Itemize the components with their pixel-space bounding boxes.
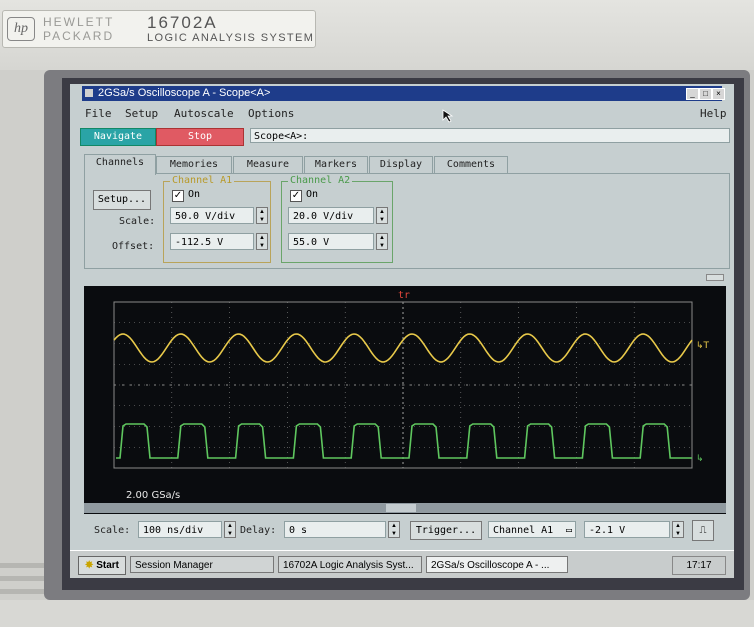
channel-a1-scale-spinner[interactable]: ▲ ▼ xyxy=(256,207,268,224)
menu-file[interactable]: File xyxy=(85,107,112,120)
channel-a1-scale-input[interactable]: 50.0 V/div xyxy=(170,207,254,224)
maximize-button[interactable]: □ xyxy=(699,88,712,100)
navigate-button[interactable]: Navigate xyxy=(80,128,156,146)
channel-a2-scale-input[interactable]: 20.0 V/div xyxy=(288,207,374,224)
channel-a1-on-checkbox[interactable]: ✓ xyxy=(172,190,184,202)
trigger-source-value: Channel A1 xyxy=(493,525,554,536)
tab-memories[interactable]: Memories xyxy=(156,156,232,173)
brand-name: HEWLETT PACKARD xyxy=(43,15,114,43)
channel-a1-offset-input[interactable]: -112.5 V xyxy=(170,233,254,250)
screen: 2GSa/s Oscilloscope A - Scope<A> _ □ × F… xyxy=(70,84,734,578)
channel-a1-level-marker-icon: ↳T xyxy=(696,341,710,351)
window-menu-icon[interactable] xyxy=(85,89,93,97)
channel-a2-on-label: On xyxy=(306,189,319,200)
trigger-level-input[interactable]: -2.1 V xyxy=(584,521,670,538)
start-icon: ✸ xyxy=(85,560,94,571)
menu-bar: File Setup Autoscale Options Help xyxy=(82,104,734,122)
tab-measure[interactable]: Measure xyxy=(233,156,303,173)
task-oscilloscope[interactable]: 2GSa/s Oscilloscope A - ... xyxy=(426,556,568,573)
close-button[interactable]: × xyxy=(712,88,725,100)
channels-panel: Setup... Scale: Offset: Channel A1 ✓ On … xyxy=(84,173,730,269)
channel-a2-offset-input[interactable]: 55.0 V xyxy=(288,233,374,250)
brand-badge: hp HEWLETT PACKARD 16702A LOGIC ANALYSIS… xyxy=(2,10,316,48)
trigger-source-select[interactable]: Channel A1 ▭ xyxy=(488,521,576,538)
model-number: 16702A xyxy=(147,13,218,32)
scope-name-field[interactable]: Scope<A>: xyxy=(250,128,730,143)
channel-a1-offset-spinner[interactable]: ▲ ▼ xyxy=(256,233,268,250)
delay-input[interactable]: 0 s xyxy=(284,521,386,538)
minimize-button[interactable]: _ xyxy=(686,88,699,100)
menu-help[interactable]: Help xyxy=(700,107,727,120)
start-label: Start xyxy=(96,560,119,571)
waveform-canvas: tr ↳T ↳ 2.00 GSa/s xyxy=(113,290,710,501)
waveform-grid xyxy=(113,301,693,469)
taskbar-clock: 17:17 xyxy=(672,556,726,575)
task-session-manager[interactable]: Session Manager xyxy=(130,556,274,573)
setup-button[interactable]: Setup... xyxy=(93,190,151,210)
waveform-display[interactable]: tr ↳T ↳ 2.00 GSa/s xyxy=(84,286,726,514)
instrument-bezel-bottom xyxy=(0,600,754,627)
chevron-down-icon: ▭ xyxy=(565,525,572,536)
tab-channels[interactable]: Channels xyxy=(84,154,156,175)
tab-markers[interactable]: Markers xyxy=(304,156,368,173)
sample-rate-readout: 2.00 GSa/s xyxy=(126,490,180,501)
offset-label: Offset: xyxy=(112,241,155,252)
channel-a2-on-checkbox[interactable]: ✓ xyxy=(290,190,302,202)
stop-button[interactable]: Stop xyxy=(156,128,244,146)
channel-a1-group: Channel A1 ✓ On 50.0 V/div ▲ ▼ -112.5 V ▲… xyxy=(163,175,271,263)
channel-a1-title: Channel A1 xyxy=(170,175,235,186)
window-titlebar: 2GSa/s Oscilloscope A - Scope<A> _ □ × xyxy=(82,86,725,101)
channel-a1-on-label: On xyxy=(188,189,201,200)
tab-display[interactable]: Display xyxy=(369,156,433,173)
trigger-button[interactable]: Trigger... xyxy=(410,521,482,540)
channel-a2-scale-spinner[interactable]: ▲ ▼ xyxy=(376,207,388,224)
rising-edge-icon[interactable]: ⎍ xyxy=(692,520,714,541)
menu-setup[interactable]: Setup xyxy=(125,107,158,120)
delay-label: Delay: xyxy=(240,525,277,536)
timebase-scale-spinner[interactable]: ▲ ▼ xyxy=(224,521,236,538)
channel-a2-group: Channel A2 ✓ On 20.0 V/div ▲ ▼ 55.0 V ▲ ▼ xyxy=(281,175,393,263)
scrollbar-thumb[interactable] xyxy=(386,504,416,512)
channel-a2-offset-spinner[interactable]: ▲ ▼ xyxy=(376,233,388,250)
tab-comments[interactable]: Comments xyxy=(434,156,508,173)
brand-line-2: PACKARD xyxy=(43,29,115,43)
delay-spinner[interactable]: ▲ ▼ xyxy=(388,521,400,538)
taskbar: ✸ Start Session Manager 16702A Logic Ana… xyxy=(70,550,734,578)
timebase-scale-label: Scale: xyxy=(94,525,131,536)
channel-a2-trace xyxy=(116,423,692,459)
waveform-scrollbar[interactable] xyxy=(84,503,726,513)
trigger-marker: tr xyxy=(398,290,410,301)
trigger-level-spinner[interactable]: ▲ ▼ xyxy=(672,521,684,538)
menu-autoscale[interactable]: Autoscale xyxy=(174,107,234,120)
timebase-bar: Scale: 100 ns/div ▲ ▼ Delay: 0 s ▲ ▼ Trigg… xyxy=(80,517,728,543)
hp-logo-icon: hp xyxy=(7,17,35,41)
channel-a2-title: Channel A2 xyxy=(288,175,353,186)
window-title: 2GSa/s Oscilloscope A - Scope<A> xyxy=(98,87,271,99)
mouse-cursor-icon xyxy=(442,109,454,123)
pane-splitter-handle[interactable] xyxy=(706,274,724,281)
scale-label: Scale: xyxy=(119,216,156,227)
channel-a2-level-marker-icon: ↳ xyxy=(696,454,704,464)
brand-line-1: HEWLETT xyxy=(43,15,115,29)
system-name: LOGIC ANALYSIS SYSTEM xyxy=(147,32,315,44)
menu-options[interactable]: Options xyxy=(248,107,294,120)
timebase-scale-input[interactable]: 100 ns/div xyxy=(138,521,222,538)
start-button[interactable]: ✸ Start xyxy=(78,556,126,575)
task-logic-analysis-system[interactable]: 16702A Logic Analysis Syst... xyxy=(278,556,422,573)
